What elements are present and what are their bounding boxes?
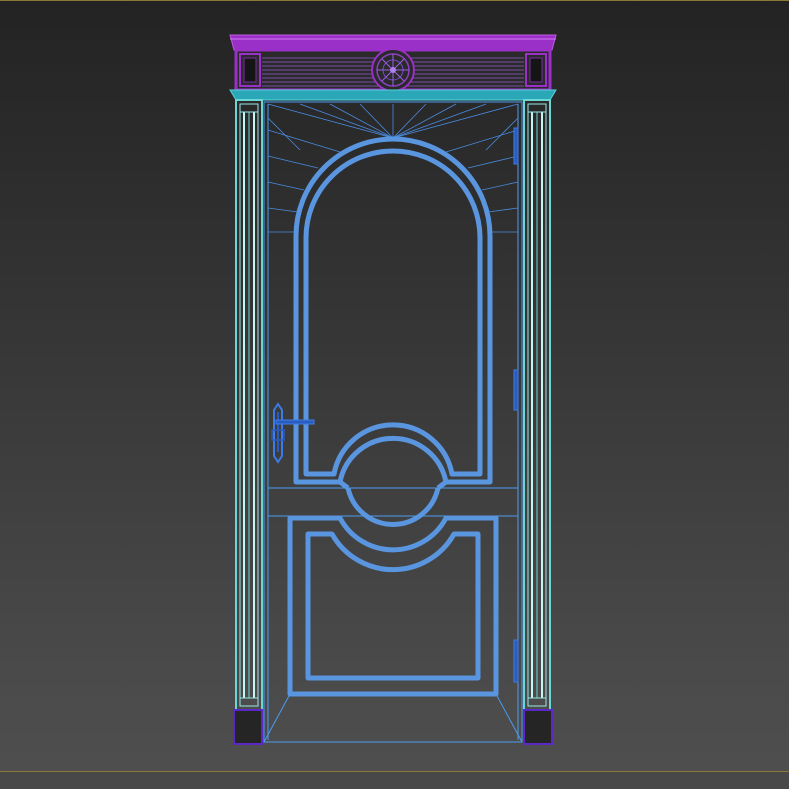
lower-panel: [287, 515, 499, 697]
right-plinth: [523, 709, 553, 745]
upper-arched-panel: [293, 136, 493, 485]
3d-viewport[interactable]: [0, 0, 789, 789]
header-trim: [229, 89, 557, 101]
left-pilaster: [235, 99, 263, 711]
sunburst-rays: [267, 103, 519, 233]
hinges: [513, 127, 519, 683]
right-pilaster: [523, 99, 551, 711]
rosette-ornament: [371, 48, 415, 92]
cornice: [229, 34, 557, 92]
door-wireframe-model[interactable]: [0, 0, 789, 789]
left-plinth: [233, 709, 263, 745]
